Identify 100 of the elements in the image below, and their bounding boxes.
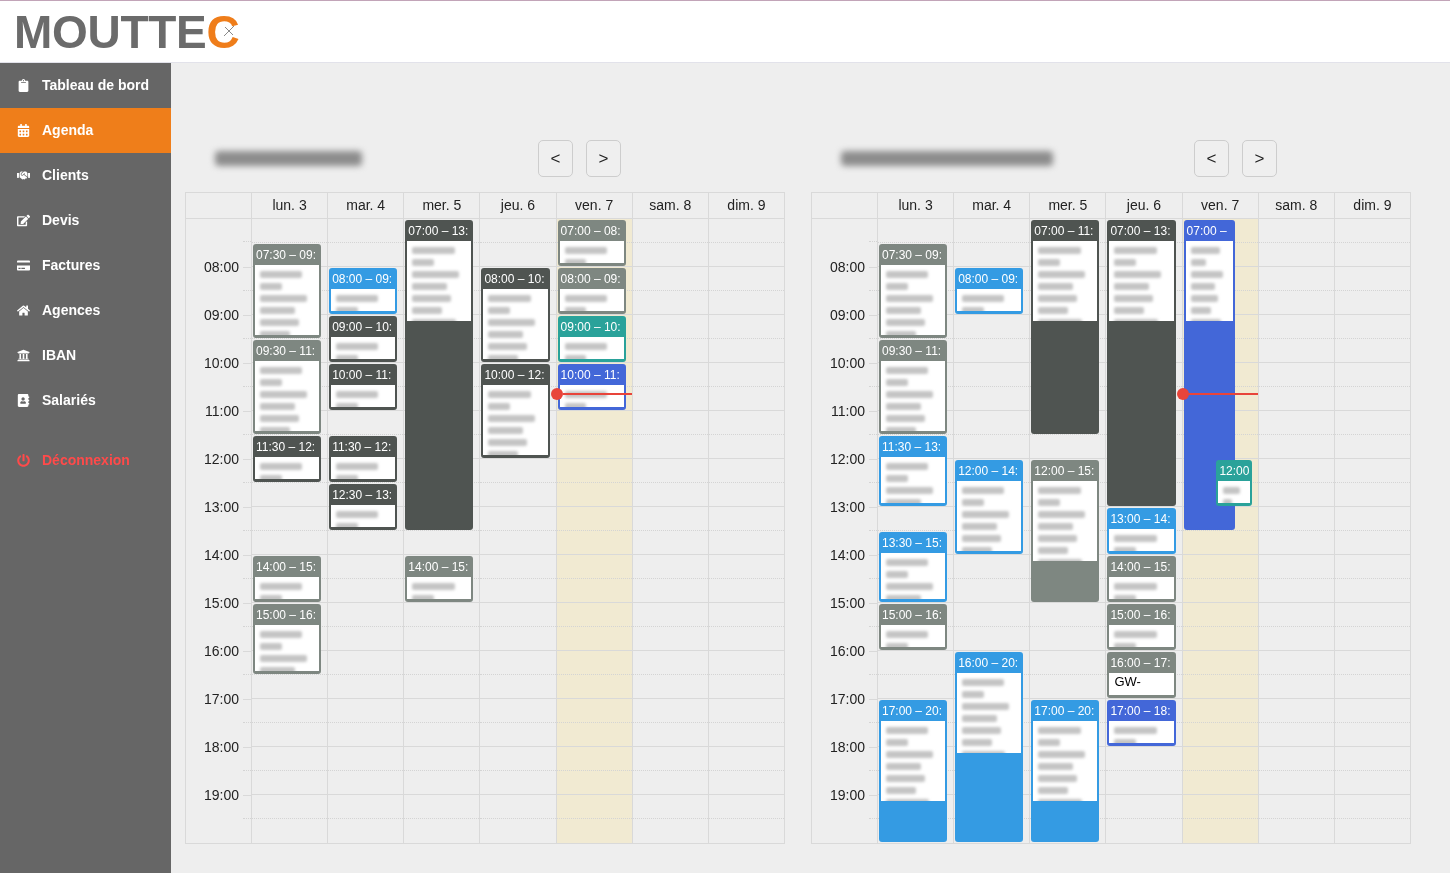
- calendar-event[interactable]: 15:00 – 16:: [253, 604, 322, 674]
- calendar-event[interactable]: 13:30 – 15:: [879, 532, 948, 602]
- calendar-event[interactable]: 12:00 – 14:: [955, 460, 1024, 554]
- blurred-text-block: [255, 265, 320, 335]
- blurred-text-block: [559, 241, 624, 263]
- calendar-event[interactable]: 07:30 – 09:: [879, 244, 948, 338]
- calendar-event[interactable]: 08:00 – 10:: [481, 268, 550, 362]
- event-time: 13:00 – 14:: [1109, 511, 1172, 528]
- hour-label: 18:00: [829, 738, 865, 757]
- event-time: 13:30 – 15:: [881, 535, 944, 552]
- calendar-event[interactable]: 09:00 – 10:: [557, 316, 626, 362]
- calendar-event[interactable]: 12:00: [1216, 460, 1252, 506]
- event-time: 11:30 – 12:: [331, 439, 393, 456]
- event-time: 11:30 – 13:: [881, 439, 943, 456]
- blurred-text-block: [255, 457, 320, 479]
- event-time: 12:30 – 13:: [331, 487, 394, 504]
- sidebar-item[interactable]: Agenda: [0, 108, 171, 153]
- calendar-event[interactable]: 17:00 – 18:: [1107, 700, 1176, 746]
- calendar-event[interactable]: 16:00 – 17: GW-: [1107, 652, 1176, 698]
- blurred-text-block: [881, 361, 946, 431]
- event-details: GW-: [1109, 673, 1174, 695]
- hour-label: 12:00: [203, 450, 239, 469]
- calendar-event[interactable]: 15:00 – 16:: [879, 604, 948, 650]
- day-header: jeu. 6: [500, 196, 536, 215]
- hour-label: 10:00: [203, 354, 239, 373]
- clipboard-icon: [17, 79, 30, 92]
- blurred-text-block: [331, 289, 396, 311]
- calendar-event[interactable]: 09:30 – 11:: [253, 340, 322, 434]
- hour-label: 08:00: [203, 258, 239, 277]
- calendar-event[interactable]: 07:00 – 11:: [1031, 220, 1100, 434]
- previous-button[interactable]: <: [1194, 140, 1229, 177]
- previous-button[interactable]: <: [538, 140, 573, 177]
- calendar-event[interactable]: 16:00 – 20:: [955, 652, 1024, 842]
- day-header: jeu. 6: [1126, 196, 1162, 215]
- blurred-text-block: [957, 289, 1022, 311]
- blurred-text-block: [1109, 625, 1174, 647]
- blurred-text-block: [881, 265, 946, 335]
- event-time: 14:00 – 15:: [255, 559, 318, 576]
- next-button[interactable]: >: [586, 140, 621, 177]
- event-time: 12:00 – 15:: [1033, 463, 1096, 480]
- event-time: 07:00 – 11:: [1033, 223, 1095, 240]
- hour-label: 18:00: [203, 738, 239, 757]
- calendar-event[interactable]: 09:00 – 10:: [329, 316, 398, 362]
- day-header: lun. 3: [272, 196, 307, 215]
- blurred-text-block: [881, 457, 946, 503]
- event-time: 10:00 – 11:: [559, 367, 621, 384]
- calendar-event[interactable]: 07:00 – 13:: [1107, 220, 1176, 506]
- day-header: sam. 8: [649, 196, 692, 215]
- event-time: 10:00 – 12:: [483, 367, 546, 384]
- day-header: mar. 4: [972, 196, 1012, 215]
- blurred-text-block: [255, 361, 320, 431]
- event-time: 15:00 – 16:: [255, 607, 318, 624]
- event-time: 14:00 – 15:: [1109, 559, 1172, 576]
- calendar-event[interactable]: 12:00 – 15:: [1031, 460, 1100, 602]
- event-time: 12:00 – 14:: [957, 463, 1020, 480]
- blurred-text-block: [1109, 577, 1174, 599]
- calendar-event[interactable]: 11:30 – 12:: [253, 436, 322, 482]
- calendar-event[interactable]: 09:30 – 11:: [879, 340, 948, 434]
- hour-label: 09:00: [203, 306, 239, 325]
- day-header: dim. 9: [727, 196, 766, 215]
- day-header: sam. 8: [1275, 196, 1318, 215]
- blurred-text-block: [331, 457, 396, 479]
- calendar-event[interactable]: 11:30 – 12:: [329, 436, 398, 482]
- blurred-text-block: [881, 553, 946, 599]
- power-icon: [17, 454, 30, 467]
- calendar-event[interactable]: 14:00 – 15:: [405, 556, 474, 602]
- event-time: 17:00 – 20:: [1033, 703, 1096, 720]
- event-time: 09:30 – 11:: [881, 343, 943, 360]
- calendar-event[interactable]: 17:00 – 20:: [879, 700, 948, 842]
- calendar-event[interactable]: 07:00 – 13:: [405, 220, 474, 530]
- calendar-event[interactable]: 13:00 – 14:: [1107, 508, 1176, 554]
- blurred-text-block: [957, 481, 1022, 551]
- hour-label: 16:00: [203, 642, 239, 661]
- calendar-event[interactable]: 14:00 – 15:: [253, 556, 322, 602]
- calendar-event[interactable]: 07:00 – 08:: [557, 220, 626, 266]
- blurred-text-block: [483, 385, 548, 455]
- hour-label: 11:00: [205, 402, 239, 421]
- calendar-event[interactable]: 12:30 – 13:: [329, 484, 398, 530]
- event-time: 08:00 – 09:: [957, 271, 1020, 288]
- calendar-event[interactable]: 10:00 – 11:: [557, 364, 626, 410]
- home-icon: [17, 304, 30, 317]
- calendar-event[interactable]: 15:00 – 16:: [1107, 604, 1176, 650]
- hour-label: 09:00: [829, 306, 865, 325]
- calendar-event[interactable]: 08:00 – 09:: [557, 268, 626, 314]
- credit-card-icon: [17, 259, 30, 272]
- calendar-event[interactable]: 07:30 – 09:: [253, 244, 322, 338]
- calendar-event[interactable]: 10:00 – 12:: [481, 364, 550, 458]
- calendar-event[interactable]: 11:30 – 13:: [879, 436, 948, 506]
- calendar-event[interactable]: 10:00 – 11:: [329, 364, 398, 410]
- event-time: 15:00 – 16:: [1109, 607, 1172, 624]
- calendar-event[interactable]: 08:00 – 09:: [329, 268, 398, 314]
- event-time: 07:00 – 13:: [407, 223, 470, 240]
- blurred-text-block: [331, 337, 396, 359]
- calendar-event[interactable]: 17:00 – 20:: [1031, 700, 1100, 842]
- hour-label: 13:00: [829, 498, 865, 517]
- calendar-event[interactable]: 14:00 – 15:: [1107, 556, 1176, 602]
- calendar-event[interactable]: 08:00 – 09:: [955, 268, 1024, 314]
- event-time: 14:00 – 15:: [407, 559, 470, 576]
- event-time: 07:30 – 09:: [255, 247, 318, 264]
- next-button[interactable]: >: [1242, 140, 1277, 177]
